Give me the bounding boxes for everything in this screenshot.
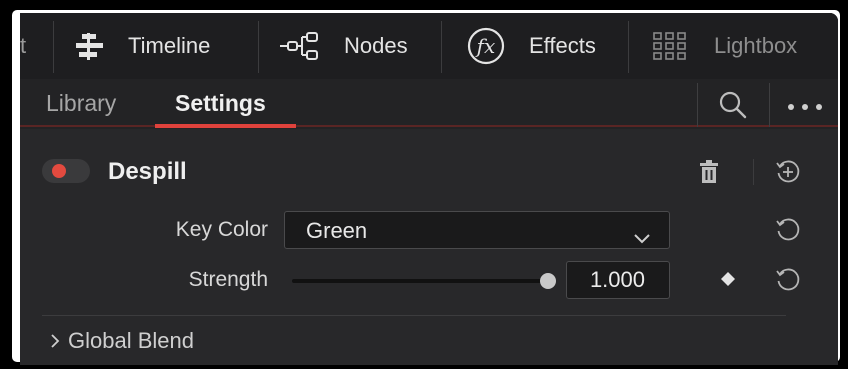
add-preset-icon[interactable] [774, 158, 802, 191]
inspector-panel: t Timeline Nodes fx Effects Lightbox Lib… [20, 13, 838, 365]
toolbar-partial-label: t [20, 33, 27, 58]
nodes-icon [278, 29, 324, 63]
toolbar-separator [441, 21, 442, 73]
enable-toggle[interactable] [42, 159, 90, 183]
tab-row-separator [697, 83, 698, 127]
effect-title: Despill [108, 158, 187, 185]
strength-slider-track[interactable] [292, 279, 548, 283]
keyframe-diamond-icon[interactable] [720, 271, 736, 292]
fx-icon: fx [466, 26, 506, 66]
toolbar-item-lightbox[interactable]: Lightbox [652, 13, 797, 79]
search-icon[interactable] [718, 90, 748, 125]
trash-icon[interactable] [698, 159, 720, 190]
toolbar-item-timeline[interactable]: Timeline [70, 13, 210, 79]
tab-library[interactable]: Library [46, 79, 116, 127]
reset-icon[interactable] [774, 266, 802, 299]
toolbar-separator [628, 21, 629, 73]
tab-row-border [20, 125, 838, 127]
key-color-value: Green [306, 218, 368, 243]
timeline-icon [70, 29, 110, 63]
tab-settings[interactable]: Settings [175, 79, 266, 127]
lightbox-label: Lightbox [714, 33, 798, 58]
more-icon[interactable] [786, 99, 826, 117]
toolbar-item-partial[interactable]: t [20, 13, 26, 79]
strength-input[interactable]: 1.000 [566, 261, 670, 299]
strength-slider-thumb[interactable] [540, 273, 556, 289]
toolbar-item-nodes[interactable]: Nodes [278, 13, 408, 79]
header-separator [753, 159, 754, 185]
active-tab-indicator [155, 124, 296, 128]
effects-label: Effects [529, 33, 596, 58]
svg-text:fx: fx [475, 34, 496, 58]
tab-row-separator [769, 83, 770, 127]
key-color-dropdown[interactable]: Green [284, 211, 670, 249]
section-divider [42, 315, 786, 316]
global-blend-section[interactable]: Global Blend [50, 328, 194, 355]
nodes-label: Nodes [344, 33, 408, 58]
strength-label: Strength [188, 268, 268, 291]
key-color-label: Key Color [175, 218, 268, 241]
tab-row [20, 79, 838, 129]
chevron-right-icon [50, 329, 60, 355]
global-blend-label: Global Blend [68, 328, 194, 353]
toolbar-separator [53, 21, 54, 73]
grid-icon [652, 29, 688, 63]
reset-icon[interactable] [774, 216, 802, 249]
chevron-down-icon [633, 225, 651, 251]
toolbar-item-effects[interactable]: fx Effects [466, 13, 596, 79]
enable-indicator [52, 164, 66, 178]
timeline-label: Timeline [128, 33, 211, 58]
toolbar-separator [258, 21, 259, 73]
